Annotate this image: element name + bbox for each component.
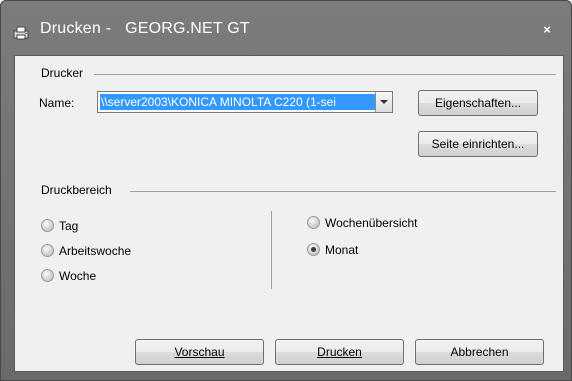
radio-monat-label: Monat: [325, 243, 359, 257]
radio-arbeitswoche-button[interactable]: [41, 244, 54, 257]
radio-woche-button[interactable]: [41, 269, 54, 282]
printer-group-line: [94, 74, 556, 75]
radio-wochenuebersicht-button[interactable]: [307, 216, 320, 229]
printer-group-title: Drucker: [41, 66, 90, 80]
range-group-title: Druckbereich: [41, 183, 118, 197]
range-separator: [271, 211, 272, 289]
title-bar[interactable]: Drucken - GEORG.NET GT ×: [0, 0, 572, 48]
radio-monat-button[interactable]: [307, 243, 320, 256]
radio-tag-button[interactable]: [41, 219, 54, 232]
print-button-label: Drucken: [317, 345, 362, 359]
print-button[interactable]: Drucken: [275, 339, 404, 365]
preview-button-label: Vorschau: [174, 345, 225, 359]
dialog-body: Drucker Name: \\server2003\KONICA MINOLT…: [14, 55, 564, 372]
printer-name-label: Name:: [39, 96, 75, 110]
cancel-button[interactable]: Abbrechen: [415, 339, 544, 365]
printer-app-icon: [13, 26, 29, 40]
page-setup-button[interactable]: Seite einrichten...: [418, 131, 538, 157]
radio-tag-label: Tag: [59, 219, 79, 233]
properties-button[interactable]: Eigenschaften...: [418, 90, 538, 116]
print-dialog-window: Drucken - GEORG.NET GT × Drucker Name: \…: [0, 0, 572, 381]
close-button[interactable]: ×: [536, 20, 558, 40]
printer-select-value: \\server2003\KONICA MINOLTA C220 (1-sei: [100, 94, 375, 110]
radio-woche-label: Woche: [59, 269, 97, 283]
range-group-line: [130, 191, 556, 192]
chevron-down-icon[interactable]: [375, 92, 392, 112]
radio-arbeitswoche-label: Arbeitswoche: [59, 244, 132, 258]
window-title: Drucken - GEORG.NET GT: [40, 20, 250, 37]
radio-wochenuebersicht-label: Wochenübersicht: [325, 216, 418, 230]
printer-select[interactable]: \\server2003\KONICA MINOLTA C220 (1-sei: [97, 91, 393, 113]
preview-button[interactable]: Vorschau: [135, 339, 264, 365]
